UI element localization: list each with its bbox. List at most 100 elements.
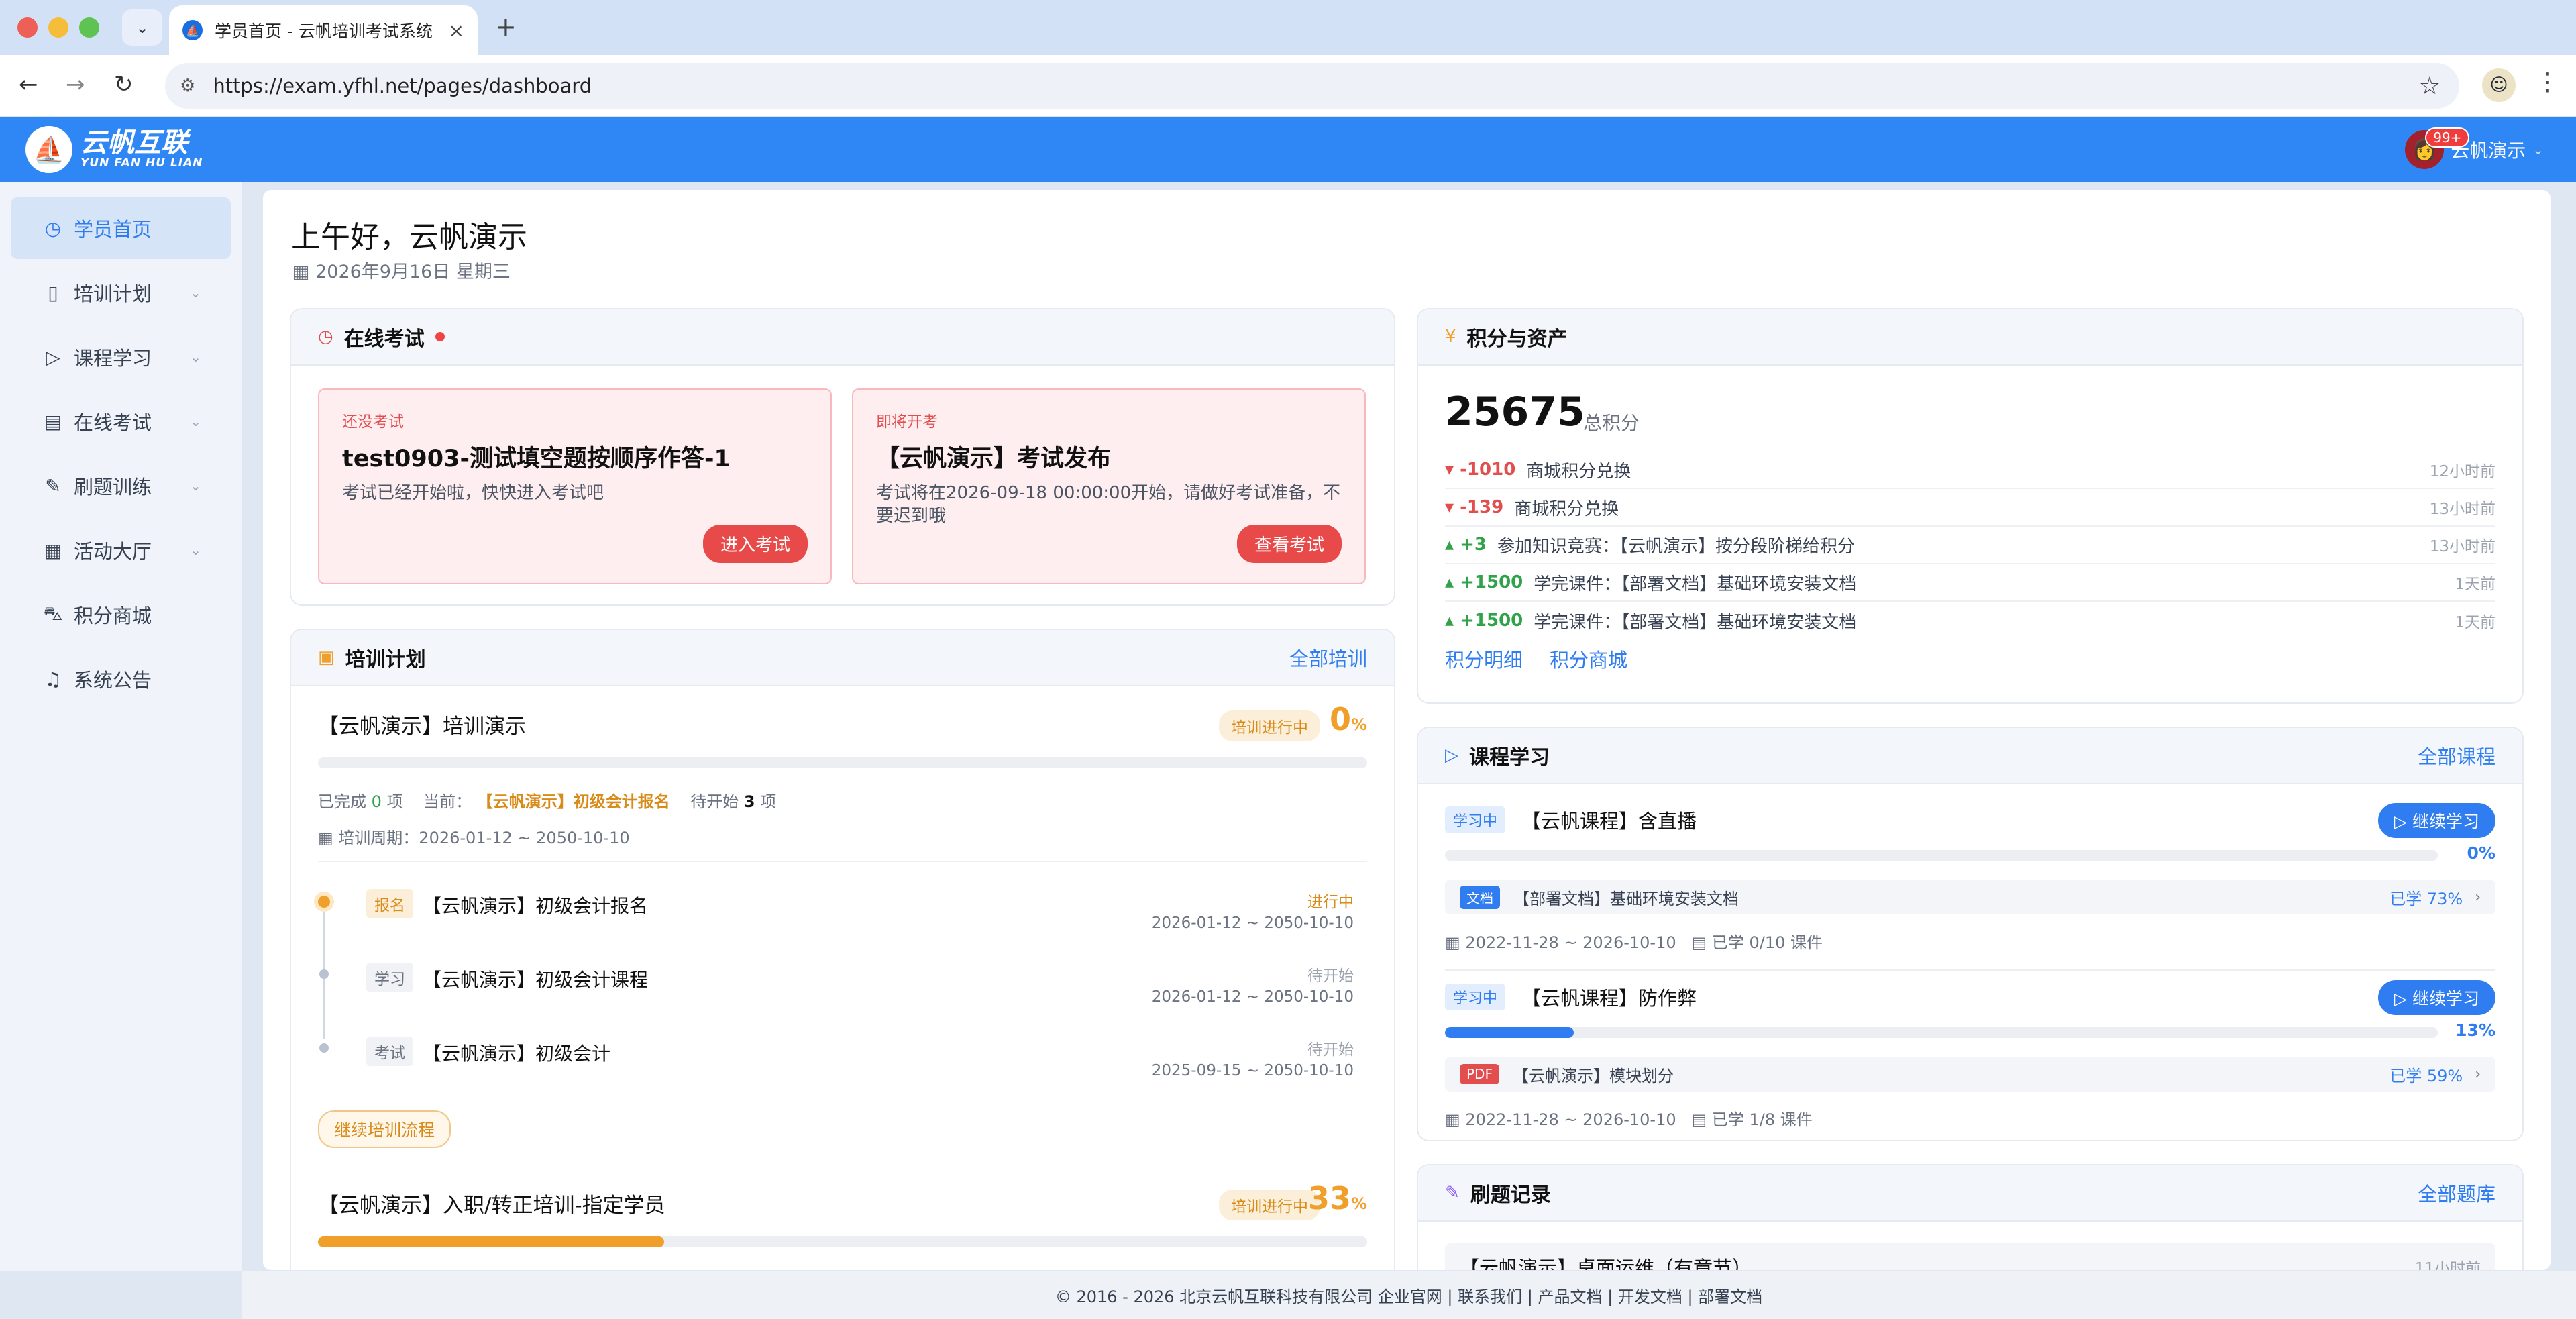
app-logo[interactable]: ⛵ 云帆互联 YUN FAN HU LIAN [25,126,203,173]
view-exam-button[interactable]: 查看考试 [1236,525,1342,563]
caret-down-icon: ▾ [1445,497,1454,517]
points-amount: ▴ +1500 [1445,572,1523,592]
courseware-row[interactable]: PDF 【云帆演示】模块划分 已学 59% › [1445,1057,2496,1092]
sidebar-item-notices[interactable]: ♫ 系统公告 [11,648,231,710]
sidebar-item-label: 学员首页 [74,218,152,241]
points-log-row: ▴ +3 参加知识竞赛：【云帆演示】按分段阶梯给积分 13小时前 [1445,527,2496,564]
points-amount: ▴ +1500 [1445,611,1523,631]
calendar-icon: ▦ [1445,933,1466,952]
footer: © 2016 - 2026 北京云帆互联科技有限公司 企业官网 | 联系我们 |… [241,1271,2576,1319]
continue-training-button[interactable]: 继续培训流程 [318,1110,451,1148]
reload-icon[interactable]: ↻ [114,71,133,98]
tab-search-button[interactable]: ⌄ [122,9,162,46]
url-text[interactable]: https://exam.yfhl.net/pages/dashboard [213,74,592,97]
card-header: ✎ 刷题记录 全部题库 [1418,1165,2522,1222]
user-menu[interactable]: 👩 99+ 云帆演示 ⌄ [2405,127,2544,169]
profile-avatar[interactable]: ☺ [2482,68,2516,102]
all-training-link[interactable]: 全部培训 [1289,643,1367,672]
chevron-down-icon: ⌄ [190,542,201,558]
continue-learning-button[interactable]: ▷ 继续学习 [2377,980,2496,1015]
practice-name: 【云帆演示】桌面运维（有章节） [1460,1257,1752,1270]
play-circle-icon: ▷ [1445,745,1458,766]
enter-exam-button[interactable]: 进入考试 [702,525,808,563]
exam-status-tag: 还没考试 [342,413,404,431]
address-bar[interactable]: ⚙ https://exam.yfhl.net/pages/dashboard … [165,63,2459,109]
course-name: 【云帆课程】防作弊 [1521,987,1697,1010]
card-header: ▷ 课程学习 全部课程 [1418,728,2522,784]
close-icon[interactable]: × [449,19,464,42]
plan-status-badge: 培训进行中 [1219,710,1320,741]
exam-card[interactable]: 还没考试 test0903-测试填空题按顺序作答-1 考试已经开始啦，快快进入考… [318,388,832,584]
timeline-step[interactable]: 学习 【云帆演示】初级会计课程 待开始 2026-01-12 ~ 2050-10… [318,963,1354,1037]
sidebar-item-courses[interactable]: ▷ 课程学习 ⌄ [11,326,231,388]
course-title[interactable]: 学习中 【云帆课程】含直播 [1445,806,1697,834]
practice-row[interactable]: 【云帆演示】桌面运维（有章节） 11小时前 [1445,1243,2496,1270]
back-arrow-icon[interactable]: ← [19,71,38,98]
main-content: 上午好，云帆演示 ▦ 2026年9月16日 星期三 ◷ 在线考试 还没考试 te… [263,190,2551,1270]
sidebar-item-training[interactable]: ▯ 培训计划 ⌄ [11,262,231,323]
user-avatar[interactable]: 👩 99+ [2405,127,2470,169]
forward-arrow-icon[interactable]: → [66,71,85,98]
logo-cn-text: 云帆互联 [80,127,188,158]
continue-learning-button[interactable]: ▷ 继续学习 [2377,803,2496,838]
points-amount: ▾ -1010 [1445,460,1516,480]
sidebar-item-label: 刷题训练 [74,476,152,498]
points-log-row: ▾ -1010 商城积分兑换 12小时前 [1445,452,2496,489]
plan-summary: 已完成 0 项 当前： 【云帆演示】初级会计报名 待开始 3 项 [318,792,777,811]
points-amount: ▴ +3 [1445,535,1487,555]
sidebar-item-mall[interactable]: ⛍ 积分商城 [11,584,231,645]
step-dates: 2026-01-12 ~ 2050-10-10 [1151,914,1354,932]
window-minimize-button[interactable] [48,17,68,38]
points-desc: 学完课件：【部署文档】基础环境安装文档 [1534,612,1857,633]
sidebar-item-practice[interactable]: ✎ 刷题训练 ⌄ [11,455,231,517]
points-detail-link[interactable]: 积分明细 [1445,645,1523,673]
points-desc: 参加知识竞赛：【云帆演示】按分段阶梯给积分 [1497,536,1856,557]
exam-title: 【云帆演示】考试发布 [876,445,1112,472]
play-icon: ▷ [2394,812,2412,831]
caret-up-icon: ▴ [1445,535,1454,555]
new-tab-button[interactable]: + [495,12,517,42]
step-type-tag: 报名 [366,889,413,918]
total-points-label: 总积分 [1583,412,1640,434]
points-log-row: ▴ +1500 学完课件：【部署文档】基础环境安装文档 1天前 [1445,602,2496,639]
dashboard-icon: ◷ [44,217,62,240]
sidebar-item-exams[interactable]: ▤ 在线考试 ⌄ [11,390,231,452]
window-close-button[interactable] [17,17,38,38]
sidebar-item-activities[interactable]: ▦ 活动大厅 ⌄ [11,519,231,581]
points-mall-link[interactable]: 积分商城 [1550,645,1627,673]
course-progress-bar [1445,1027,2438,1038]
coin-icon: ¥ [1445,327,1456,347]
calendar-icon: ▦ [292,262,316,282]
course-progress-bar [1445,850,2438,861]
calendar-icon: ▦ [318,829,339,847]
all-courses-link[interactable]: 全部课程 [2418,741,2496,770]
points-log-row: ▾ -139 商城积分兑换 13小时前 [1445,489,2496,527]
caret-up-icon: ▴ [1445,611,1454,631]
card-title: 培训计划 [345,648,426,672]
chevron-down-icon: ⌄ [190,349,201,365]
plan-title[interactable]: 【云帆演示】培训演示 [318,709,526,739]
site-info-icon[interactable]: ⚙ [180,76,195,96]
timeline-step[interactable]: 报名 【云帆演示】初级会计报名 进行中 2026-01-12 ~ 2050-10… [318,889,1354,963]
step-status: 待开始 [1307,1041,1354,1059]
plan-title[interactable]: 【云帆演示】入职/转正培训-指定学员 [318,1188,665,1218]
window-maximize-button[interactable] [79,17,99,38]
bookmark-star-icon[interactable]: ☆ [2419,72,2440,100]
logo-en-text: YUN FAN HU LIAN [80,156,203,170]
current-date: ▦ 2026年9月16日 星期三 [292,257,511,283]
courseware-row[interactable]: 文档 【部署文档】基础环境安装文档 已学 73% › [1445,880,2496,914]
course-title[interactable]: 学习中 【云帆课程】防作弊 [1445,983,1697,1011]
timeline-step[interactable]: 考试 【云帆演示】初级会计 待开始 2025-09-15 ~ 2050-10-1… [318,1037,1354,1110]
sidebar-item-dashboard[interactable]: ◷ 学员首页 [11,197,231,259]
all-question-banks-link[interactable]: 全部题库 [2418,1179,2496,1207]
browser-menu-icon[interactable]: ⋮ [2536,68,2560,96]
step-type-tag: 学习 [366,963,413,992]
pen-icon: ✎ [45,474,61,497]
book-icon: ▯ [48,281,58,304]
course-meta: ▦ 2022-11-28 ~ 2026-10-10 ▤ 已学 0/10 课件 [1445,933,1823,952]
exam-card[interactable]: 即将开考 【云帆演示】考试发布 考试将在2026-09-18 00:00:00开… [852,388,1366,584]
play-icon: ▷ [2394,989,2412,1008]
step-dot [319,969,329,979]
plan-progress-bar [318,1236,1367,1247]
browser-tab[interactable]: ⛵ 学员首页 - 云帆培训考试系统 × [169,5,478,55]
